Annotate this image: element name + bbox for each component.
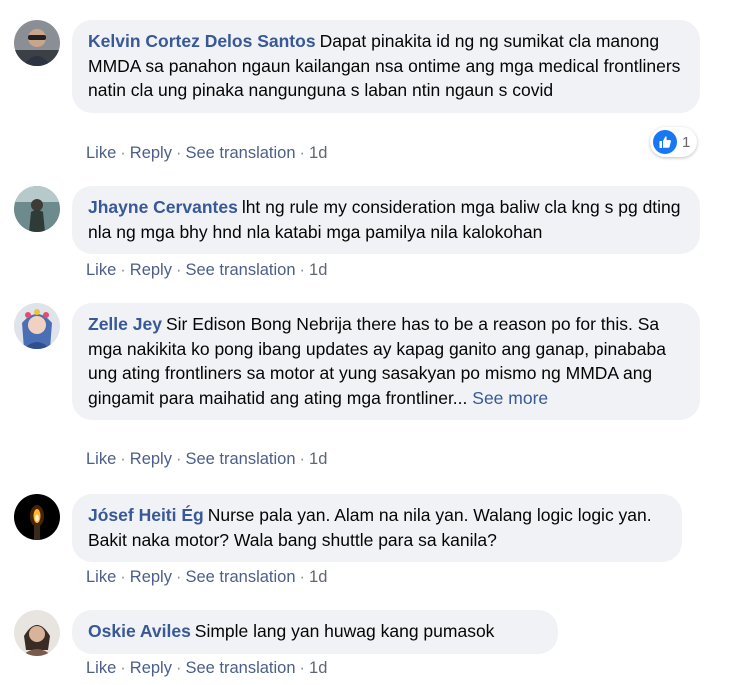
comment-author[interactable]: Oskie Aviles [88,621,191,641]
reaction-count[interactable]: 1 [650,127,698,157]
user-avatar-icon [14,20,60,66]
like-button[interactable]: Like [86,144,116,162]
comment-bubble: Jósef Heiti Ég Nurse pala yan. Alam na ni… [72,494,682,562]
user-avatar-icon [14,303,60,349]
comment-text: Simple lang yan huwag kang pumasok [194,621,495,641]
comment-author[interactable]: Jósef Heiti Ég [88,505,204,525]
comment-text: Sir Edison Bong Nebrija there has to be … [88,314,666,408]
comment-actions: Like · Reply · See translation · 1d [86,261,328,279]
see-translation-link[interactable]: See translation [185,144,295,162]
avatar[interactable] [14,303,60,349]
reply-button[interactable]: Reply [130,261,172,279]
comment-bubble: Oskie Aviles Simple lang yan huwag kang p… [72,610,558,654]
comment-actions: Like · Reply · See translation · 1d [86,144,328,162]
comment-actions: Like · Reply · See translation · 1d [86,450,328,468]
like-icon [653,130,677,154]
reply-button[interactable]: Reply [130,450,172,468]
comment-actions: Like · Reply · See translation · 1d [86,659,328,677]
reply-button[interactable]: Reply [130,568,172,586]
comment-actions: Like · Reply · See translation · 1d [86,568,328,586]
see-more-link[interactable]: See more [472,388,548,408]
reply-button[interactable]: Reply [130,144,172,162]
see-translation-link[interactable]: See translation [185,261,295,279]
comment-author[interactable]: Zelle Jey [88,314,162,334]
comment-bubble: Zelle Jey Sir Edison Bong Nebrija there h… [72,303,700,420]
comment-timestamp[interactable]: 1d [309,659,327,677]
user-avatar-icon [14,186,60,232]
like-button[interactable]: Like [86,261,116,279]
comment-timestamp[interactable]: 1d [309,450,327,468]
comment-author[interactable]: Kelvin Cortez Delos Santos [88,31,316,51]
comment-timestamp[interactable]: 1d [309,144,327,162]
candle-avatar-icon [14,494,60,540]
like-button[interactable]: Like [86,568,116,586]
avatar[interactable] [14,186,60,232]
reaction-count-number: 1 [682,133,691,151]
like-button[interactable]: Like [86,450,116,468]
comment-author[interactable]: Jhayne Cervantes [88,197,238,217]
see-translation-link[interactable]: See translation [185,659,295,677]
comment-timestamp[interactable]: 1d [309,568,327,586]
avatar[interactable] [14,494,60,540]
user-avatar-icon [14,610,60,656]
avatar[interactable] [14,20,60,66]
see-translation-link[interactable]: See translation [185,568,295,586]
avatar[interactable] [14,610,60,656]
comment-timestamp[interactable]: 1d [309,261,327,279]
see-translation-link[interactable]: See translation [185,450,295,468]
reply-button[interactable]: Reply [130,659,172,677]
like-button[interactable]: Like [86,659,116,677]
comment-bubble: Kelvin Cortez Delos Santos Dapat pinakita… [72,20,700,113]
comment-bubble: Jhayne Cervantes lht ng rule my considera… [72,186,700,254]
